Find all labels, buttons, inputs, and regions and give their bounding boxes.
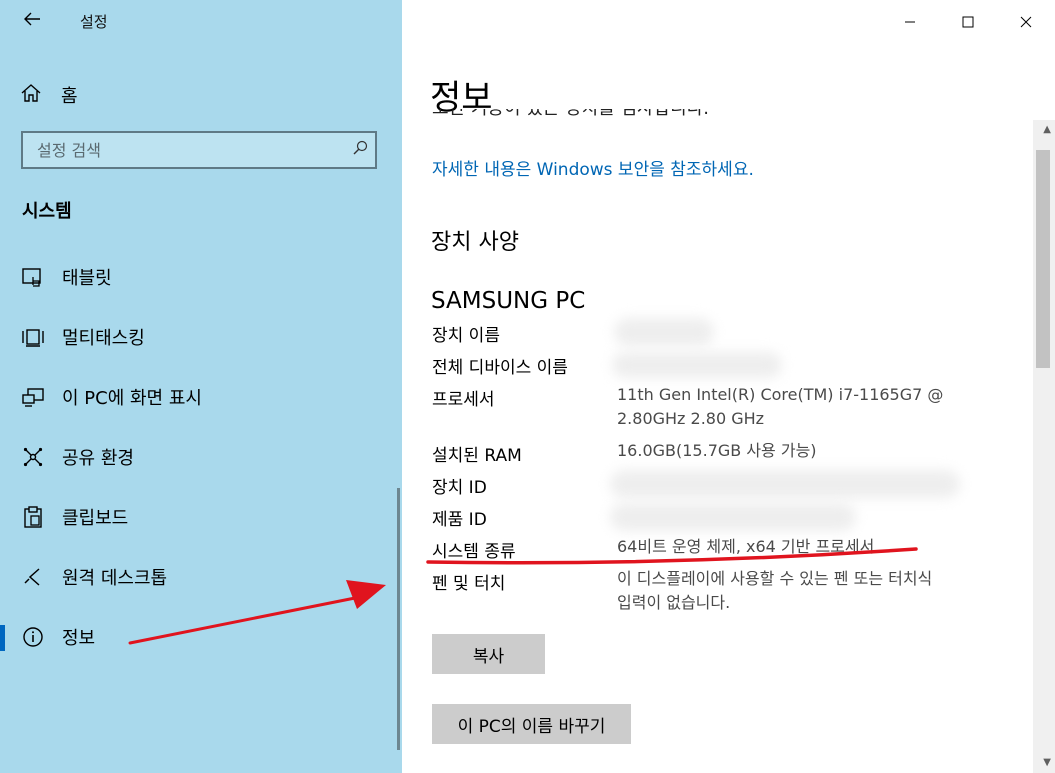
- spec-value-system-type: 64비트 운영 체제, x64 기반 프로세서: [617, 537, 875, 556]
- spec-label-device-id: 장치 ID: [432, 478, 487, 498]
- search-icon[interactable]: [345, 140, 375, 160]
- nav-item-project-to-pc[interactable]: 이 PC에 화면 표시: [0, 377, 400, 417]
- scroll-thumb[interactable]: [1036, 150, 1050, 368]
- nav-home-label: 홈: [61, 86, 78, 107]
- spec-value-pen-touch: 이 디스플레이에 사용할 수 있는 펜 또는 터치식 입력이 없습니다.: [617, 567, 932, 615]
- nav-item-label: 클립보드: [62, 508, 129, 529]
- copy-button[interactable]: 복사: [432, 634, 545, 674]
- clipped-text-content: 보안 기능이 있는 장치를 검사합니다.: [432, 109, 792, 118]
- close-icon: [1020, 16, 1032, 28]
- device-specs-title: 장치 사양: [431, 230, 519, 255]
- nav-item-shared-experiences[interactable]: 공유 환경: [0, 437, 400, 477]
- nav-item-about[interactable]: 정보: [0, 617, 400, 657]
- windows-security-link[interactable]: 자세한 내용은 Windows 보안을 참조하세요.: [432, 155, 754, 180]
- nav-item-label: 공유 환경: [62, 448, 134, 469]
- nav-home[interactable]: 홈: [20, 80, 78, 110]
- spec-label-ram: 설치된 RAM: [432, 446, 522, 466]
- nav-item-label: 원격 데스크톱: [62, 568, 168, 589]
- info-icon: [20, 624, 46, 650]
- spec-value-ram: 16.0GB(15.7GB 사용 가능): [617, 441, 817, 460]
- app-title: 설정: [80, 13, 108, 31]
- maximize-button[interactable]: [940, 0, 996, 44]
- home-icon: [20, 82, 48, 108]
- sidebar-scrollbar[interactable]: [397, 488, 400, 750]
- spec-label-system-type: 시스템 종류: [432, 542, 516, 562]
- multitasking-icon: [20, 324, 46, 350]
- nav-item-label: 태블릿: [62, 268, 112, 289]
- spec-value-line: 2.80GHz 2.80 GHz: [617, 409, 765, 428]
- spec-value-line: 11th Gen Intel(R) Core(TM) i7-1165G7 @: [617, 385, 944, 404]
- nav-item-label: 이 PC에 화면 표시: [62, 388, 202, 409]
- redacted-value: [610, 503, 856, 531]
- spec-label-processor: 프로세서: [432, 390, 495, 410]
- scroll-up-arrow-icon[interactable]: ▲: [1043, 124, 1051, 135]
- spec-value-line: 이 디스플레이에 사용할 수 있는 펜 또는 터치식: [617, 569, 933, 588]
- spec-label-device-name: 장치 이름: [432, 326, 500, 346]
- shared-experiences-icon: [20, 444, 46, 470]
- redacted-value: [612, 352, 782, 378]
- clipped-text: 보안 기능이 있는 장치를 검사합니다.: [432, 109, 792, 123]
- clipboard-icon: [20, 504, 46, 530]
- spec-label-product-id: 제품 ID: [432, 510, 487, 530]
- redacted-value: [614, 318, 714, 346]
- sidebar: 설정 홈 시스템 태블릿 멀티태스킹 이 PC에 화면 표시 공유: [0, 0, 402, 773]
- spec-value-processor: 11th Gen Intel(R) Core(TM) i7-1165G7 @ 2…: [617, 383, 943, 431]
- close-button[interactable]: [998, 0, 1054, 44]
- nav-item-tablet[interactable]: 태블릿: [0, 257, 400, 297]
- device-name: SAMSUNG PC: [431, 288, 586, 314]
- content-pane: 정보 보안 기능이 있는 장치를 검사합니다. 자세한 내용은 Windows …: [402, 0, 1055, 773]
- section-title: 시스템: [22, 201, 72, 222]
- rename-pc-button[interactable]: 이 PC의 이름 바꾸기: [432, 704, 631, 744]
- remote-desktop-icon: [20, 564, 46, 590]
- back-button[interactable]: [16, 8, 48, 36]
- back-arrow-icon: [24, 12, 40, 26]
- nav-item-clipboard[interactable]: 클립보드: [0, 497, 400, 537]
- tablet-icon: [20, 264, 46, 290]
- maximize-icon: [962, 16, 974, 28]
- spec-label-pen-touch: 펜 및 터치: [432, 574, 506, 594]
- nav-item-label: 멀티태스킹: [62, 328, 145, 349]
- nav-item-multitasking[interactable]: 멀티태스킹: [0, 317, 400, 357]
- project-to-pc-icon: [20, 384, 46, 410]
- minimize-icon: [905, 21, 915, 23]
- nav-item-label: 정보: [62, 628, 96, 649]
- spec-label-full-device-name: 전체 디바이스 이름: [432, 358, 568, 378]
- search-box[interactable]: [21, 131, 377, 169]
- minimize-button[interactable]: [882, 0, 938, 44]
- scroll-down-arrow-icon[interactable]: ▼: [1043, 757, 1051, 768]
- nav-item-remote-desktop[interactable]: 원격 데스크톱: [0, 557, 400, 597]
- search-input[interactable]: [23, 139, 345, 161]
- redacted-value: [610, 470, 960, 498]
- spec-value-line: 입력이 없습니다.: [617, 593, 731, 612]
